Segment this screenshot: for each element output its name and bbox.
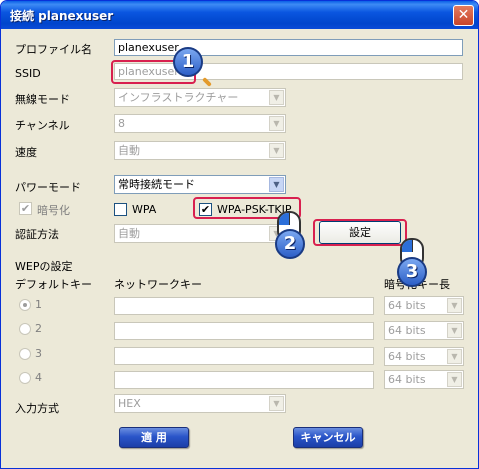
wep-settings-heading: WEPの設定 xyxy=(15,260,73,273)
speed-label: 速度 xyxy=(15,146,37,159)
wep-key-length-select-1[interactable]: 64 bits ▼ xyxy=(384,296,464,315)
encryption-checkbox[interactable]: ✔ xyxy=(19,202,32,215)
close-button[interactable]: ✕ xyxy=(453,5,474,26)
speed-value: 自動 xyxy=(118,144,140,157)
step-1-badge: 1 xyxy=(173,47,203,77)
power-mode-label: パワーモード xyxy=(15,181,81,194)
wep-key-number: 2 xyxy=(35,322,42,335)
encryption-label: 暗号化 xyxy=(37,204,70,217)
channel-label: チャンネル xyxy=(15,119,70,132)
channel-select[interactable]: 8 ▼ xyxy=(114,114,286,133)
auth-method-select[interactable]: 自動 ▼ xyxy=(114,224,286,243)
settings-highlight xyxy=(313,219,407,246)
checkmark-icon: ✔ xyxy=(20,202,31,215)
ssid-label: SSID xyxy=(15,67,41,80)
wep-key-input-2[interactable] xyxy=(114,322,374,340)
wpa-checkbox[interactable] xyxy=(114,203,127,216)
wep-key-radio-4[interactable] xyxy=(19,372,31,384)
chevron-down-icon: ▼ xyxy=(447,298,462,313)
wep-key-input-1[interactable] xyxy=(114,297,374,315)
wireless-mode-value: インフラストラクチャー xyxy=(118,91,239,104)
key-length-value: 64 bits xyxy=(388,350,426,363)
auth-method-value: 自動 xyxy=(118,227,140,240)
key-length-value: 64 bits xyxy=(388,324,426,337)
input-method-label: 入力方式 xyxy=(15,402,59,415)
key-length-value: 64 bits xyxy=(388,299,426,312)
window-title: 接続 planexuser xyxy=(10,9,114,23)
connection-dialog: 接続 planexuser ✕ プロファイル名 planexuser SSID … xyxy=(0,0,479,469)
wep-key-length-select-4[interactable]: 64 bits ▼ xyxy=(384,370,464,389)
network-key-header: ネットワークキー xyxy=(114,278,202,291)
chevron-down-icon: ▼ xyxy=(269,90,284,105)
wep-key-length-select-3[interactable]: 64 bits ▼ xyxy=(384,347,464,366)
default-key-header: デフォルトキー xyxy=(15,278,92,291)
input-method-value: HEX xyxy=(118,397,141,410)
chevron-down-icon: ▼ xyxy=(269,116,284,131)
wep-key-radio-1[interactable] xyxy=(19,299,31,311)
speed-select[interactable]: 自動 ▼ xyxy=(114,141,286,160)
close-icon: ✕ xyxy=(457,7,470,23)
step-3-badge: 3 xyxy=(397,257,427,287)
chevron-down-icon: ▼ xyxy=(269,143,284,158)
wep-key-radio-3[interactable] xyxy=(19,348,31,360)
apply-button[interactable]: 適 用 xyxy=(119,427,189,448)
wep-key-number: 3 xyxy=(35,347,42,360)
title-bar: 接続 planexuser ✕ xyxy=(1,1,478,29)
profile-name-label: プロファイル名 xyxy=(15,43,92,56)
wep-key-length-select-2[interactable]: 64 bits ▼ xyxy=(384,321,464,340)
auth-method-label: 認証方法 xyxy=(15,228,59,241)
chevron-down-icon: ▼ xyxy=(269,396,284,411)
power-mode-value: 常時接続モード xyxy=(118,178,195,191)
wpa-label: WPA xyxy=(132,203,157,216)
chevron-down-icon: ▼ xyxy=(447,372,462,387)
wireless-mode-label: 無線モード xyxy=(15,93,70,106)
channel-value: 8 xyxy=(118,117,125,130)
input-method-select[interactable]: HEX ▼ xyxy=(114,394,286,413)
chevron-down-icon: ▼ xyxy=(447,323,462,338)
step-2-badge: 2 xyxy=(275,229,305,259)
chevron-down-icon: ▼ xyxy=(269,177,284,192)
profile-name-input[interactable]: planexuser xyxy=(114,39,463,56)
power-mode-select[interactable]: 常時接続モード ▼ xyxy=(114,175,286,194)
wep-key-input-4[interactable] xyxy=(114,371,374,389)
wep-key-radio-2[interactable] xyxy=(19,323,31,335)
cancel-button[interactable]: キャンセル xyxy=(293,427,363,448)
wireless-mode-select[interactable]: インフラストラクチャー ▼ xyxy=(114,88,286,107)
wep-key-number: 4 xyxy=(35,371,42,384)
wep-key-input-3[interactable] xyxy=(114,347,374,365)
wep-key-number: 1 xyxy=(35,298,42,311)
chevron-down-icon: ▼ xyxy=(447,349,462,364)
key-length-value: 64 bits xyxy=(388,373,426,386)
